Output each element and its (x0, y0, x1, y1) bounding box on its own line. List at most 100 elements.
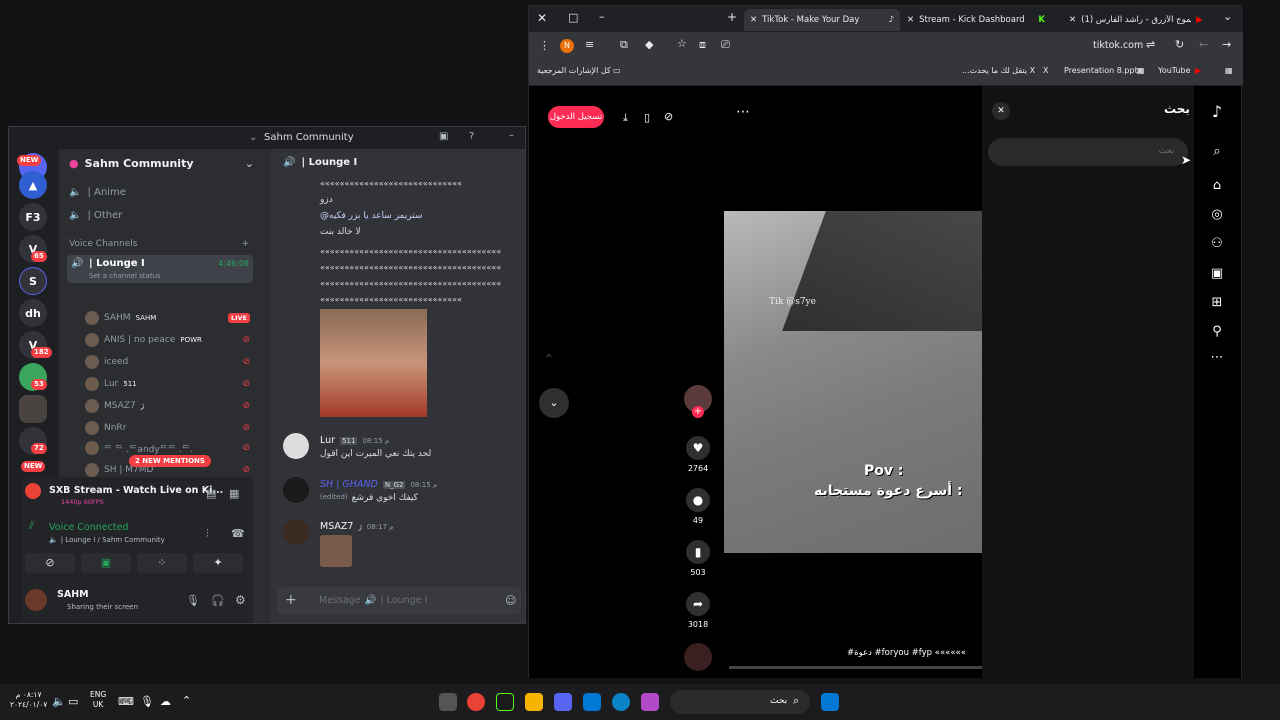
help-icon[interactable]: ? (469, 131, 474, 142)
save-button[interactable]: ▮ 503 (686, 540, 710, 577)
url-field[interactable]: tiktok.com (1093, 40, 1143, 51)
screen-share-icon[interactable]: ▤ (206, 487, 216, 500)
extensions-icon[interactable]: ⧉ (620, 38, 628, 52)
comment-button[interactable]: ● 49 (686, 488, 710, 525)
following-icon[interactable]: ⚇ (1209, 236, 1225, 252)
soundboard-button[interactable]: ✦ (193, 553, 243, 573)
message-author[interactable]: Lur (320, 435, 335, 446)
tiktok-logo-icon[interactable]: ♪ (1209, 104, 1225, 120)
voice-user[interactable]: Lur 511 ⊘ (85, 377, 250, 391)
close-search-button[interactable]: ✕ (992, 102, 1010, 120)
app-icon[interactable] (439, 693, 457, 711)
forward-icon[interactable]: → (1222, 38, 1231, 51)
translate-icon[interactable]: ⧈ (699, 38, 706, 52)
video-progress[interactable] (729, 666, 982, 669)
store-icon[interactable] (583, 693, 601, 711)
close-icon[interactable]: ✕ (907, 15, 914, 25)
menu-icon[interactable]: ⋮ (539, 39, 550, 52)
server-icon[interactable]: dh (19, 299, 47, 327)
tab-kick[interactable]: ✕ Stream - Kick Dashboard K (901, 9, 1051, 31)
like-button[interactable]: ♥ 2764 (686, 436, 710, 473)
avatar[interactable] (283, 477, 309, 503)
minimize-icon[interactable]: – (509, 130, 514, 141)
mic-icon[interactable]: 🎙 (140, 695, 154, 708)
explore-icon[interactable]: ◎ (1209, 207, 1225, 223)
server-header[interactable]: ● Sahm Community ⌄ (69, 157, 254, 170)
video-hashtags[interactable]: #دعوة #foryou #fyp «««««« (847, 648, 966, 658)
network-icon[interactable]: ▭ (68, 695, 78, 708)
search-icon[interactable]: ⌕ (1209, 144, 1225, 160)
upload-icon[interactable]: ⊞ (1209, 295, 1225, 311)
headphones-icon[interactable]: 🎧 (211, 594, 225, 607)
close-icon[interactable]: ✕ (1069, 15, 1076, 25)
keyboard-icon[interactable]: ⌨ (118, 695, 134, 708)
language-indicator[interactable]: ENG UK (90, 690, 106, 710)
more-icon[interactable]: ⋯ (736, 104, 750, 120)
phone-icon[interactable]: ▯ (644, 111, 650, 124)
bookmark-presentation[interactable]: Presentation 8.pptx (1064, 66, 1142, 75)
add-attachment-icon[interactable]: + (285, 592, 297, 608)
channel-status[interactable]: Set a channel status (89, 272, 161, 280)
compass-icon[interactable]: ⊘ (664, 110, 673, 123)
chevron-down-button[interactable]: ⌄ (539, 388, 569, 418)
inbox-icon[interactable]: ▣ (439, 131, 448, 142)
video-player[interactable]: Tik @s7ye Pov : أسرع دعوة مستجابه : (724, 211, 982, 553)
message-author[interactable]: SH | GHAND (320, 479, 378, 490)
camera-off-button[interactable]: ⊘ (25, 553, 75, 573)
server-icon[interactable] (19, 395, 47, 423)
voice-user[interactable]: MSAZ7 ژ ⊘ (85, 399, 250, 413)
gear-icon[interactable]: ⚙ (235, 593, 246, 607)
voice-channels-header[interactable]: Voice Channels + (69, 239, 249, 249)
login-button[interactable]: تسجيل الدخول (548, 106, 604, 128)
server-icon[interactable]: F3 (19, 203, 47, 231)
chevron-up-icon[interactable]: ⌃ (543, 352, 555, 368)
apps-grid-icon[interactable]: ▦ (1225, 66, 1233, 75)
voice-user[interactable]: ᄃ ᄃ .ᄃandyᄃᄃ .ᄃ. ⊘ (85, 441, 250, 455)
baby-image[interactable] (320, 309, 427, 417)
diamond-icon[interactable]: ◆ (645, 38, 653, 51)
message-author[interactable]: MSAZ7 (320, 521, 353, 532)
file-explorer-icon[interactable] (525, 693, 543, 711)
copilot-icon[interactable] (641, 693, 659, 711)
cast-icon[interactable]: ⎚ (721, 38, 730, 52)
tab-search-icon[interactable]: ⌄ (1223, 10, 1232, 23)
voice-user[interactable]: iceed ⊘ (85, 355, 250, 369)
avatar[interactable] (283, 519, 309, 545)
chevron-up-icon[interactable]: ⌃ (182, 694, 191, 707)
new-mentions-pill[interactable]: 2 NEW MENTIONS (129, 455, 211, 467)
channel-other[interactable]: 🔈 | Other (69, 210, 122, 221)
voice-user[interactable]: ANIS | no peace POWR ⊘ (85, 333, 250, 347)
clock[interactable]: ٠٨:١٧ م ٢٠٢٤/٠١/٠٧ (10, 690, 47, 710)
volume-icon[interactable]: 🔈 (52, 695, 66, 708)
more-icon[interactable]: ⋯ (1209, 350, 1225, 366)
activity-title[interactable]: SXB Stream - Watch Live on Ki... (49, 485, 223, 496)
new-tab-icon[interactable]: + (727, 10, 737, 24)
music-disc[interactable] (684, 643, 712, 671)
reading-list-icon[interactable]: ≡ (585, 38, 594, 51)
voice-location[interactable]: 🔈 | Lounge I / Sahm Community (49, 536, 165, 544)
profile-icon[interactable]: ⚲ (1209, 324, 1225, 340)
live-icon[interactable]: ▣ (1209, 266, 1225, 282)
back-icon[interactable]: ← (1199, 38, 1208, 51)
emoji-image[interactable] (320, 535, 352, 567)
noise-icon[interactable]: ⫶ (206, 527, 209, 541)
message-composer[interactable]: + Message 🔊 | Lounge I ☺ (277, 587, 521, 615)
app-icon[interactable] (496, 693, 514, 711)
avatar[interactable] (283, 433, 309, 459)
minimize-icon[interactable]: – (599, 10, 605, 23)
channel-anime[interactable]: 🔈 | Anime (69, 187, 126, 198)
voice-connected-label[interactable]: Voice Connected (49, 522, 128, 533)
bookmark-youtube[interactable]: YouTube (1158, 66, 1191, 75)
start-icon[interactable] (821, 693, 839, 711)
voice-user[interactable]: SAHM SAHM LIVE (85, 311, 250, 325)
cloud-icon[interactable]: ☁ (160, 695, 171, 708)
server-icon[interactable]: S (19, 267, 47, 295)
close-icon[interactable]: ✕ (537, 11, 547, 25)
channel-lounge-active[interactable]: 🔊 | Lounge I 4:46:08 Set a channel statu… (67, 255, 253, 283)
search-input[interactable]: بحث (988, 138, 1188, 166)
download-icon[interactable]: ⤓ (623, 111, 628, 125)
avatar[interactable] (25, 589, 47, 611)
emoji-icon[interactable]: ☺ (505, 594, 516, 607)
tab-youtube[interactable]: ✕ (1) الموج الأزرق - راشد الفارس ▶ (1063, 9, 1213, 31)
edge-icon[interactable] (612, 693, 630, 711)
